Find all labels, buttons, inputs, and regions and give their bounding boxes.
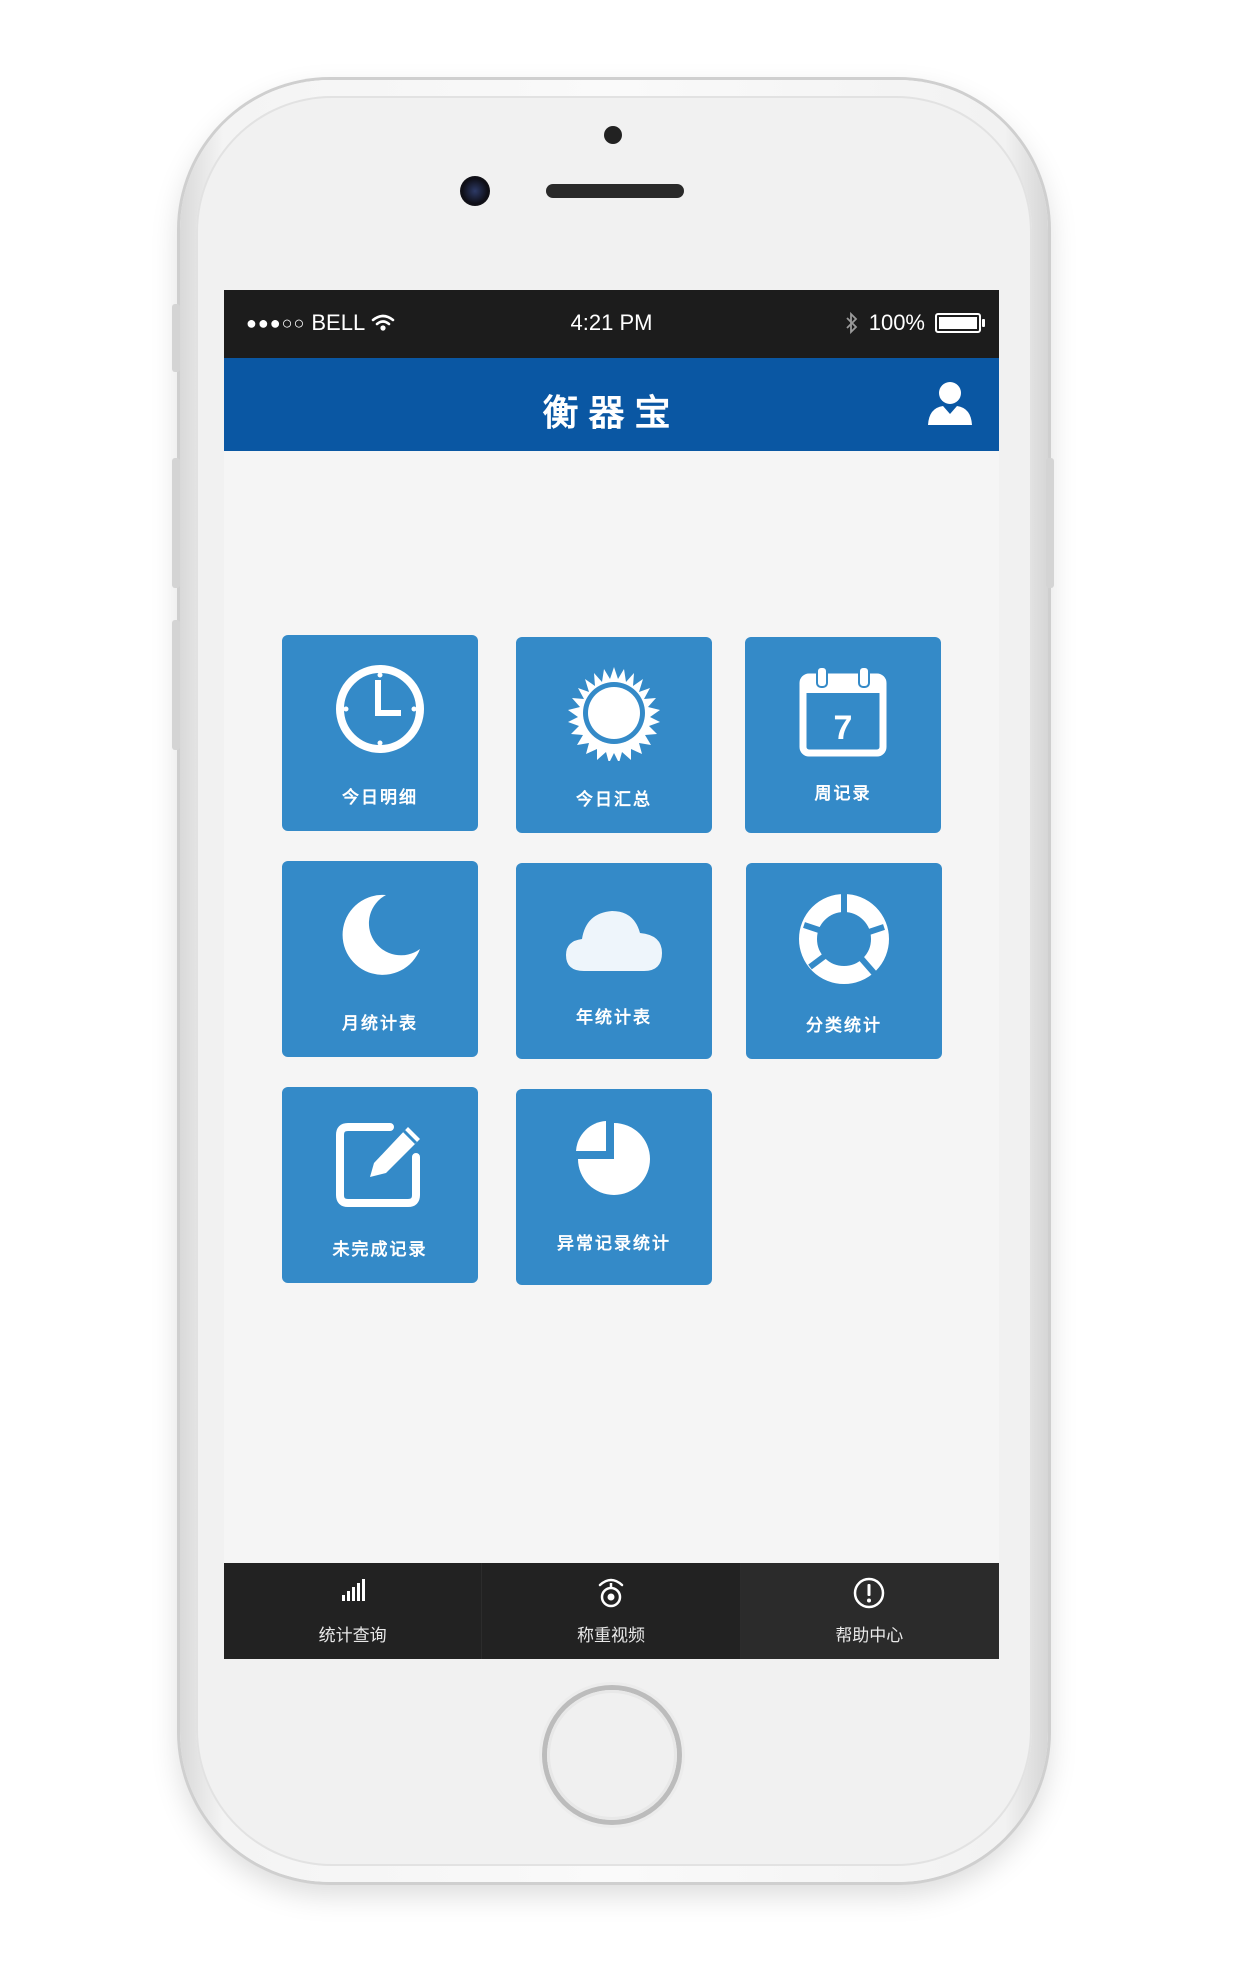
tab-label: 帮助中心: [835, 1626, 904, 1646]
tile-monthly-stats[interactable]: 月统计表: [282, 861, 478, 1057]
tile-label: 周记录: [814, 784, 872, 804]
clock-icon: [336, 665, 424, 753]
user-icon[interactable]: [925, 378, 975, 428]
tile-label: 今日明细: [342, 788, 418, 808]
side-button-mute: [172, 304, 180, 372]
calendar-day: 7: [834, 709, 853, 747]
tile-label: 年统计表: [576, 1008, 652, 1028]
calendar-icon: 7: [799, 666, 887, 757]
tile-incomplete-records[interactable]: 未完成记录: [282, 1087, 478, 1283]
tile-label: 异常记录统计: [557, 1234, 671, 1254]
tab-stats-query[interactable]: 统计查询: [224, 1563, 483, 1659]
tile-abnormal-stats[interactable]: 异常记录统计: [516, 1089, 712, 1285]
status-right: 100%: [845, 310, 985, 336]
home-button[interactable]: [547, 1690, 677, 1820]
earpiece-speaker: [546, 184, 684, 198]
donut-icon: [799, 893, 889, 984]
page-title: 衡器宝: [542, 393, 681, 434]
tab-help-center[interactable]: 帮助中心: [740, 1563, 999, 1659]
nav-bar: 衡器宝: [224, 358, 999, 451]
cloud-icon: [566, 911, 662, 971]
tab-label: 统计查询: [318, 1626, 387, 1646]
tile-today-summary[interactable]: 今日汇总: [516, 637, 712, 833]
side-button-power: [1046, 458, 1054, 588]
battery-icon: [935, 313, 985, 333]
tile-label: 未完成记录: [332, 1240, 428, 1260]
tile-today-detail[interactable]: 今日明细: [282, 635, 478, 831]
tile-yearly-stats[interactable]: 年统计表: [516, 863, 712, 1059]
status-bar: ●●●○○ BELL 4:21 PM 100%: [224, 290, 999, 358]
exclamation-circle-icon: [854, 1577, 885, 1609]
tab-bar: 统计查询 称重视频 帮助中心: [224, 1563, 999, 1659]
battery-percent: 100%: [868, 310, 925, 335]
tab-weighing-video[interactable]: 称重视频: [482, 1563, 741, 1659]
webcam-icon: [598, 1578, 624, 1608]
bluetooth-icon: [846, 311, 857, 335]
edit-icon: [336, 1123, 420, 1207]
front-camera: [460, 176, 490, 206]
tile-label: 今日汇总: [576, 790, 652, 810]
app-screen: ●●●○○ BELL 4:21 PM 100% 衡器宝 今日明细 今日汇总 7 …: [224, 290, 999, 1659]
bar-signal-icon: [341, 1579, 365, 1601]
proximity-sensor: [604, 126, 622, 144]
tab-label: 称重视频: [576, 1626, 645, 1646]
side-button-volume-down: [172, 620, 180, 750]
side-button-volume-up: [172, 458, 180, 588]
sun-icon: [568, 667, 660, 761]
tile-category-stats[interactable]: 分类统计: [746, 863, 942, 1059]
tile-weekly-record[interactable]: 7 周记录: [745, 637, 941, 833]
moon-icon: [342, 894, 420, 975]
tile-label: 月统计表: [342, 1014, 418, 1034]
tile-label: 分类统计: [806, 1016, 882, 1036]
pie-chart-icon: [576, 1121, 650, 1195]
